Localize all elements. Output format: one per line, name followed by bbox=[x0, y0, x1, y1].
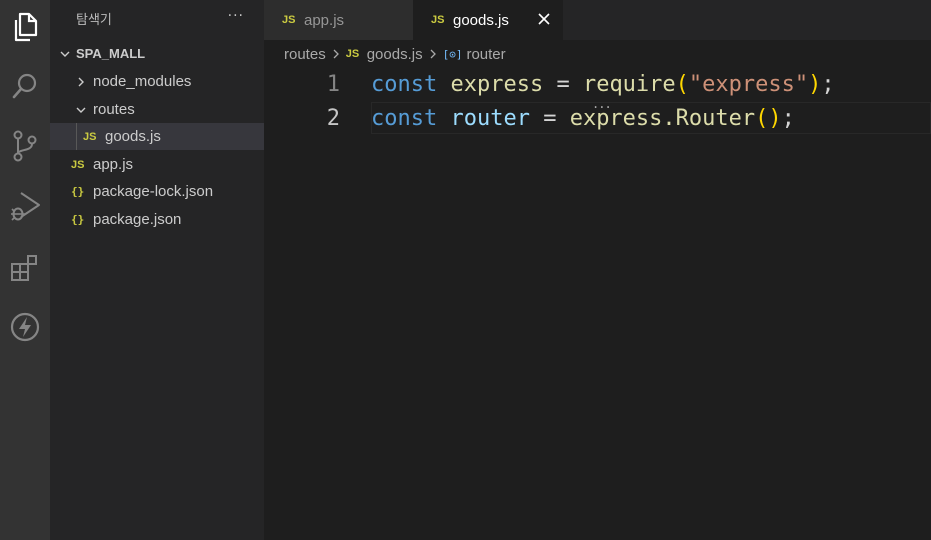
tree-item-node-modules[interactable]: node_modules bbox=[50, 68, 264, 95]
root-folder-label: SPA_MALL bbox=[76, 46, 146, 61]
breadcrumb-file[interactable]: goods.js bbox=[367, 46, 423, 63]
editor-tab-bar: JS app.js JS goods.js bbox=[264, 0, 931, 40]
js-file-icon: JS bbox=[345, 48, 360, 60]
chevron-down-icon bbox=[60, 51, 70, 57]
tree-item-label: package-lock.json bbox=[93, 183, 214, 200]
tree-item-label: node_modules bbox=[93, 73, 192, 90]
tab-goods-js[interactable]: JS goods.js bbox=[413, 0, 563, 40]
files-icon[interactable] bbox=[0, 3, 50, 51]
tree-item-label: routes bbox=[93, 101, 135, 118]
json-file-icon: {} bbox=[71, 213, 85, 226]
tab-label: goods.js bbox=[453, 11, 509, 29]
activity-bar bbox=[0, 0, 50, 540]
breadcrumb-folder[interactable]: routes bbox=[284, 46, 326, 63]
js-file-icon: JS bbox=[431, 14, 445, 26]
js-file-icon: JS bbox=[71, 158, 85, 171]
explorer-title: 탐색기 bbox=[76, 13, 112, 28]
js-file-icon: JS bbox=[282, 14, 296, 26]
close-icon[interactable] bbox=[535, 10, 553, 28]
code-line: 1 const express = require("express"); ..… bbox=[264, 68, 931, 111]
run-debug-icon[interactable] bbox=[0, 182, 50, 230]
chevron-right-icon bbox=[78, 77, 84, 86]
tree-item-label: goods.js bbox=[105, 128, 161, 145]
thunder-client-icon[interactable] bbox=[0, 303, 50, 351]
line-number: 2 bbox=[326, 106, 340, 131]
line-number: 1 bbox=[326, 72, 340, 97]
tree-item-routes[interactable]: routes bbox=[50, 96, 264, 123]
js-file-icon: JS bbox=[83, 130, 97, 143]
tree-item-package-json[interactable]: {} package.json bbox=[50, 206, 264, 233]
more-actions-button[interactable]: ··· bbox=[228, 8, 244, 24]
tab-app-js[interactable]: JS app.js bbox=[264, 0, 413, 40]
tree-item-label: package.json bbox=[93, 211, 182, 228]
line-code: const router = express.Router(); bbox=[371, 106, 795, 131]
breadcrumb: routes JS goods.js [⊙] router bbox=[264, 40, 931, 68]
tree-item-app-js[interactable]: JS app.js bbox=[50, 151, 264, 178]
search-icon[interactable] bbox=[0, 62, 50, 110]
explorer-sidebar: 탐색기 ··· SPA_MALL node_modules routes JS … bbox=[50, 0, 264, 540]
tree-item-goods-js[interactable]: JS goods.js bbox=[50, 123, 264, 150]
tree-item-label: app.js bbox=[93, 156, 134, 173]
tab-label: app.js bbox=[304, 11, 345, 29]
explorer-header: 탐색기 ··· bbox=[50, 0, 264, 36]
chevron-down-icon bbox=[76, 107, 86, 113]
chevron-right-icon bbox=[428, 48, 438, 60]
code-line-current: 2 const router = express.Router(); bbox=[264, 102, 931, 136]
breadcrumb-symbol[interactable]: router bbox=[466, 46, 505, 63]
extensions-icon[interactable] bbox=[0, 244, 50, 292]
root-folder[interactable]: SPA_MALL bbox=[50, 40, 264, 67]
chevron-right-icon bbox=[331, 48, 341, 60]
line-code: const express = require("express"); bbox=[371, 72, 835, 97]
code-editor[interactable]: 1 const express = require("express"); ..… bbox=[264, 68, 931, 540]
source-control-icon[interactable] bbox=[0, 122, 50, 170]
json-file-icon: {} bbox=[71, 185, 85, 198]
variable-symbol-icon: [⊙] bbox=[442, 47, 463, 61]
tree-item-package-lock-json[interactable]: {} package-lock.json bbox=[50, 178, 264, 205]
